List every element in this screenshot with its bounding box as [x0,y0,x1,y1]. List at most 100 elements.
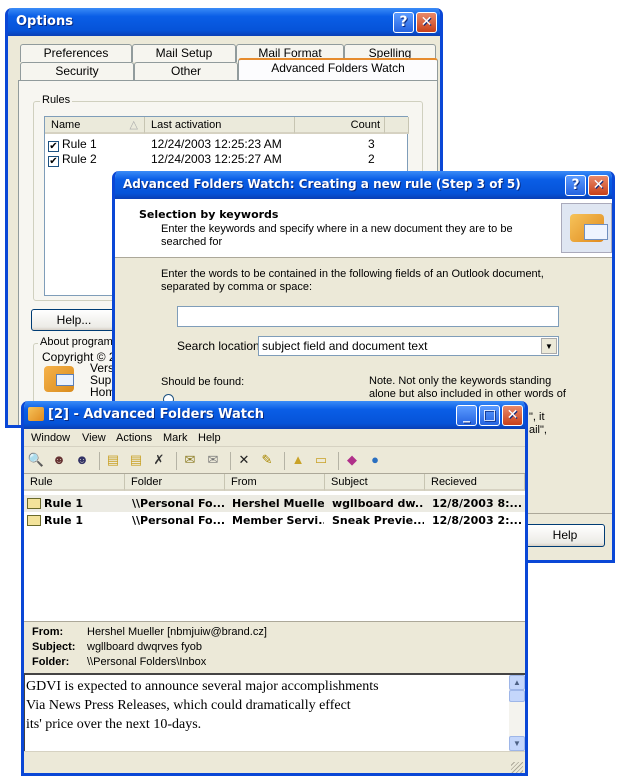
menu-view[interactable]: View [82,429,106,447]
maximize-button[interactable]: □ [479,405,500,426]
resize-grip-icon[interactable] [511,762,523,773]
mark-unread-icon[interactable]: ✉ [204,451,222,469]
message-body[interactable]: GDVI is expected to announce several maj… [24,673,525,751]
tab-security[interactable]: Security [20,62,134,80]
minimize-button[interactable]: _ [456,405,477,426]
message-row[interactable]: Rule 1 \\Personal Fo... Member Servi... … [24,512,525,529]
mark-read-icon[interactable]: ✉ [181,451,199,469]
window-title: [2] - Advanced Folders Watch [48,407,264,422]
main-title-bar: [2] - Advanced Folders Watch _ □ ✕ [24,401,525,429]
export-icon[interactable]: ▲ [289,451,307,469]
wizard-logo-icon [561,203,612,253]
product-logo-icon [44,366,74,392]
close-button[interactable]: ✕ [502,405,523,426]
search-location-select[interactable]: subject field and document text ▼ [258,336,559,356]
tab-preferences[interactable]: Preferences [20,44,132,62]
rule-count: 2 [368,152,375,166]
web-icon[interactable]: ● [366,451,384,469]
tab-mail-setup[interactable]: Mail Setup [132,44,236,62]
app-icon [28,407,44,421]
help-button[interactable]: Help... [31,309,117,331]
search-location-label: Search location: [177,339,264,353]
wizard-subheading: searched for [161,236,223,248]
rule-row[interactable]: ✔ Rule 1 12/24/2003 12:25:23 AM 3 [48,137,404,152]
toolbar-separator [338,452,339,470]
user-back-icon[interactable]: ☻ [50,451,68,469]
clear-icon[interactable]: ✎ [258,451,276,469]
menu-mark[interactable]: Mark [163,429,187,447]
note-text: ", it [529,411,545,423]
body-line: Via News Press Releases, which could dra… [26,698,351,713]
help-book-icon[interactable]: ◆ [343,451,361,469]
column-folder[interactable]: Folder [125,474,225,491]
subject-label: Subject: [32,641,76,653]
column-received[interactable]: Recieved [425,474,525,491]
instruction-text: Enter the words to be contained in the f… [161,268,544,280]
window-title: Options [16,14,73,29]
user-forward-icon[interactable]: ☻ [73,451,91,469]
message-row[interactable]: Rule 1 \\Personal Fo... Hershel Mueller … [24,495,525,512]
menu-actions[interactable]: Actions [116,429,152,447]
menu-help[interactable]: Help [198,429,221,447]
options-title-bar: Options ? ✕ [8,8,440,36]
delete-folder-icon[interactable]: ✗ [150,451,168,469]
rule-checkbox[interactable]: ✔ [48,156,59,167]
toolbar-separator [176,452,177,470]
close-button[interactable]: ✕ [588,175,609,196]
message-icon [27,515,41,526]
window-title: Advanced Folders Watch: Creating a new r… [123,177,521,191]
tab-advanced-folders-watch[interactable]: Advanced Folders Watch [238,58,438,80]
folder-label: Folder: [32,656,70,668]
help-button[interactable]: Help [525,524,605,547]
note-text: Note. Not only the keywords standing [369,375,552,387]
help-title-button[interactable]: ? [393,12,414,33]
folder-value: \\Personal Folders\Inbox [87,656,207,668]
from-label: From: [32,626,64,638]
toolbar-separator [284,452,285,470]
body-line: GDVI is expected to announce several maj… [26,679,379,694]
column-filler [385,117,409,134]
toolbar: 🔍 ☻ ☻ ▤ ▤ ✗ ✉ ✉ ✕ ✎ ▲ ▭ ◆ ● [27,451,522,471]
copy-folder-icon[interactable]: ▤ [127,451,145,469]
toolbar-separator [230,452,231,470]
rule-last-activation: 12/24/2003 12:25:27 AM [151,152,282,166]
main-window: [2] - Advanced Folders Watch _ □ ✕ Windo… [21,401,528,776]
menu-window[interactable]: Window [31,429,70,447]
column-count[interactable]: Count [295,117,385,134]
chevron-down-icon[interactable]: ▼ [541,338,557,354]
column-from[interactable]: From [225,474,325,491]
vertical-scrollbar[interactable]: ▲ ▼ [509,675,525,751]
rules-group-label: Rules [40,94,73,106]
rule-row[interactable]: ✔ Rule 2 12/24/2003 12:25:27 AM 2 [48,152,404,167]
delete-icon[interactable]: ✕ [235,451,253,469]
wizard-heading: Selection by keywords [139,208,279,221]
column-subject[interactable]: Subject [325,474,425,491]
column-name[interactable]: Name △ [45,117,145,134]
find-icon[interactable]: 🔍 [27,451,45,469]
rule-last-activation: 12/24/2003 12:25:23 AM [151,137,282,151]
column-last-activation[interactable]: Last activation [145,117,295,134]
tab-other[interactable]: Other [134,62,238,80]
scroll-down-icon[interactable]: ▼ [509,736,525,751]
close-button[interactable]: ✕ [416,12,437,33]
rule-checkbox[interactable]: ✔ [48,141,59,152]
status-bar [24,751,525,773]
messages-list[interactable]: Rule Folder From Subject Recieved Rule 1… [24,473,525,621]
rule-count: 3 [368,137,375,151]
new-folder-icon[interactable]: ▤ [104,451,122,469]
note-text: ail", [529,424,547,436]
help-title-button[interactable]: ? [565,175,586,196]
scroll-up-icon[interactable]: ▲ [509,675,525,690]
open-folder-icon[interactable]: ▭ [312,451,330,469]
from-value: Hershel Mueller [nbmjuiw@brand.cz] [87,626,267,638]
toolbar-separator [99,452,100,470]
wizard-title-bar: Advanced Folders Watch: Creating a new r… [115,171,612,199]
note-text: alone but also included in other words o… [369,388,566,400]
message-icon [27,498,41,509]
wizard-subheading: Enter the keywords and specify where in … [161,223,513,235]
subject-value: wgllboard dwqrves fyob [87,641,202,653]
keywords-input[interactable] [177,306,559,327]
scroll-thumb[interactable] [509,690,525,702]
column-rule[interactable]: Rule [24,474,125,491]
instruction-text: separated by comma or space: [161,281,313,293]
